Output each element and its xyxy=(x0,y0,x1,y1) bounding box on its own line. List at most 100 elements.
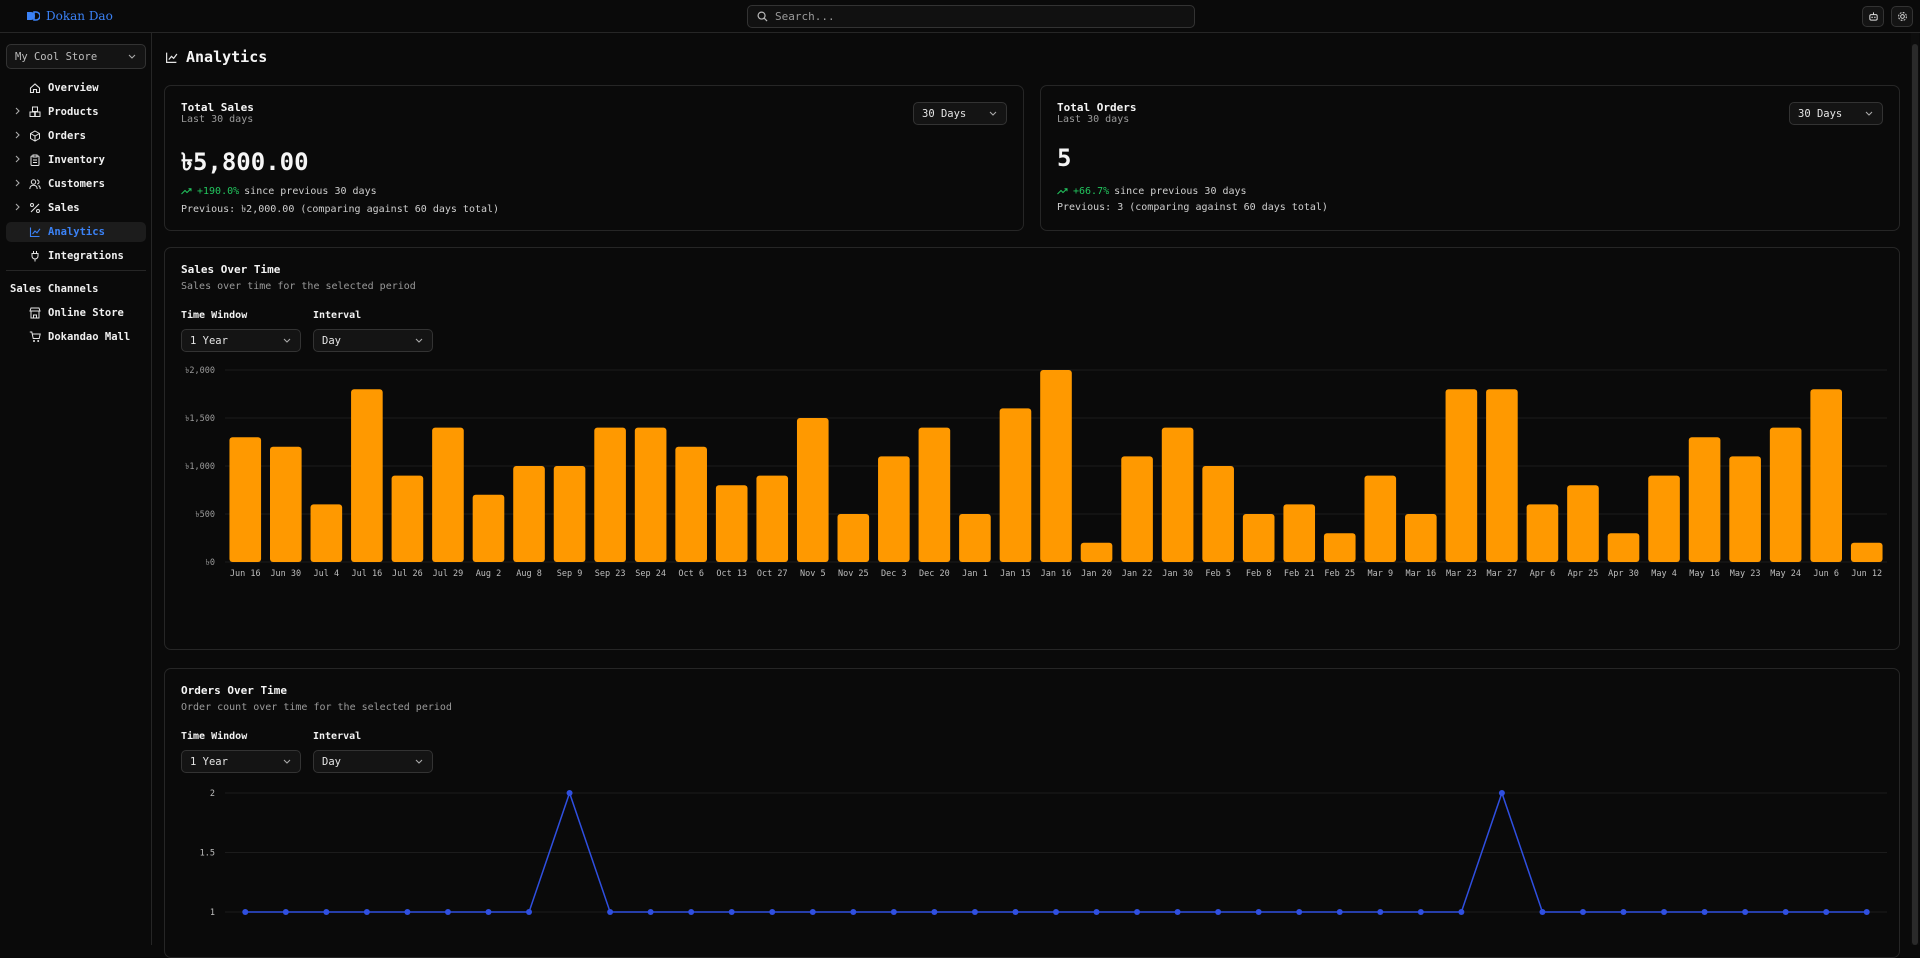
sales-channels-list: Online Store Dokandao Mall xyxy=(6,303,146,351)
bar xyxy=(1080,542,1113,562)
sidebar-item-label: Analytics xyxy=(48,226,105,238)
y-tick-label: 1.5 xyxy=(200,849,215,859)
y-tick-label: ৳1,000 xyxy=(185,462,215,472)
x-tick-label: Oct 27 xyxy=(757,569,788,579)
delta-line: +190.0% since previous 30 days xyxy=(181,186,377,197)
data-point xyxy=(1539,909,1546,915)
bar xyxy=(513,466,545,562)
trending-up-icon xyxy=(181,188,192,195)
data-point xyxy=(1782,909,1789,915)
home-icon xyxy=(29,83,41,94)
data-point xyxy=(647,909,654,915)
store-name: My Cool Store xyxy=(15,50,98,63)
bar xyxy=(1729,456,1761,562)
chevron-down-icon xyxy=(989,111,997,116)
top-bar: Dokan Dao xyxy=(0,0,1920,33)
x-tick-label: Jan 15 xyxy=(1000,569,1031,579)
y-tick-label: ৳1,500 xyxy=(185,414,215,424)
data-point xyxy=(404,909,411,915)
bar xyxy=(1607,533,1640,562)
delta-line: +66.7% since previous 30 days xyxy=(1057,186,1247,197)
x-tick-label: Feb 21 xyxy=(1284,569,1315,579)
x-tick-label: Jul 4 xyxy=(314,569,340,579)
card-title: Orders Over Time xyxy=(181,684,287,697)
x-tick-label: Nov 5 xyxy=(800,569,826,579)
time-window-select[interactable]: 1 Year xyxy=(181,750,301,773)
time-window-value: 1 Year xyxy=(190,334,228,347)
sidebar-item-label: Orders xyxy=(48,130,86,142)
x-tick-label: Apr 30 xyxy=(1608,569,1639,579)
data-point xyxy=(485,909,492,915)
settings-button[interactable] xyxy=(1891,6,1913,27)
time-window-value: 1 Year xyxy=(190,755,228,768)
logo-icon xyxy=(27,11,40,21)
search-box[interactable] xyxy=(747,5,1195,28)
interval-select[interactable]: Day xyxy=(313,750,433,773)
data-point xyxy=(566,790,573,796)
x-tick-label: Jan 30 xyxy=(1162,569,1193,579)
sidebar-item-products[interactable]: Products xyxy=(6,102,146,122)
bar xyxy=(1769,427,1802,562)
sidebar: My Cool Store Overview Products Orders I… xyxy=(0,33,152,945)
data-point xyxy=(1458,909,1465,915)
sales-channels-heading: Sales Channels xyxy=(10,283,99,295)
data-point xyxy=(1336,909,1343,915)
bar xyxy=(1242,514,1275,562)
x-tick-label: Feb 8 xyxy=(1246,569,1272,579)
sidebar-item-orders[interactable]: Orders xyxy=(6,126,146,146)
gear-icon xyxy=(1897,12,1907,21)
sidebar-item-label: Products xyxy=(48,106,99,118)
bar xyxy=(959,514,991,562)
sidebar-item-dokandao-mall[interactable]: Dokandao Mall xyxy=(6,327,146,347)
sales-over-time-card: Sales Over Time Sales over time for the … xyxy=(164,247,1900,650)
x-tick-label: Jul 29 xyxy=(433,569,464,579)
chevron-right-icon xyxy=(15,179,20,187)
bar xyxy=(1850,542,1883,562)
sidebar-item-overview[interactable]: Overview xyxy=(6,78,146,98)
sidebar-item-label: Customers xyxy=(48,178,105,190)
orders-line-chart: 11.52 xyxy=(200,789,1887,918)
plug-icon xyxy=(31,251,39,262)
x-tick-label: Aug 8 xyxy=(516,569,542,579)
bar xyxy=(310,504,343,562)
range-select-value: 30 Days xyxy=(1798,107,1843,120)
sidebar-item-inventory[interactable]: Inventory xyxy=(6,150,146,170)
data-point xyxy=(1377,909,1384,915)
bar xyxy=(878,456,910,562)
data-point xyxy=(809,909,816,915)
sidebar-item-sales[interactable]: Sales xyxy=(6,198,146,218)
data-point xyxy=(1174,909,1181,915)
interval-value: Day xyxy=(322,755,341,768)
bot-button[interactable] xyxy=(1862,6,1884,27)
data-point xyxy=(1215,909,1222,915)
data-point xyxy=(444,909,451,915)
range-select[interactable]: 30 Days xyxy=(1789,102,1883,125)
chevron-down-icon xyxy=(415,759,423,764)
store-select[interactable]: My Cool Store xyxy=(6,44,146,69)
x-tick-label: May 16 xyxy=(1689,569,1720,579)
x-tick-label: Jul 16 xyxy=(352,569,383,579)
bar xyxy=(269,446,302,562)
data-point xyxy=(1498,790,1505,796)
card-subtitle: Last 30 days xyxy=(1057,114,1130,125)
x-tick-label: Jun 6 xyxy=(1813,569,1839,579)
bar xyxy=(1810,389,1843,562)
sidebar-item-customers[interactable]: Customers xyxy=(6,174,146,194)
sidebar-item-online-store[interactable]: Online Store xyxy=(6,303,146,323)
search-input[interactable] xyxy=(775,10,1155,23)
scrollbar-thumb[interactable] xyxy=(1912,44,1918,945)
sidebar-item-integrations[interactable]: Integrations xyxy=(6,246,146,266)
sidebar-item-analytics[interactable]: Analytics xyxy=(6,222,146,242)
search-icon xyxy=(757,11,768,22)
bar xyxy=(1486,389,1518,562)
bar xyxy=(918,427,951,562)
data-point xyxy=(1296,909,1303,915)
trending-up-icon xyxy=(1057,188,1068,195)
data-point xyxy=(282,909,289,915)
bot-icon xyxy=(1868,12,1878,21)
clipboard-icon xyxy=(30,154,40,166)
brand[interactable]: Dokan Dao xyxy=(26,9,113,23)
card-title: Sales Over Time xyxy=(181,263,281,276)
bar xyxy=(1283,504,1316,562)
range-select[interactable]: 30 Days xyxy=(913,102,1007,125)
